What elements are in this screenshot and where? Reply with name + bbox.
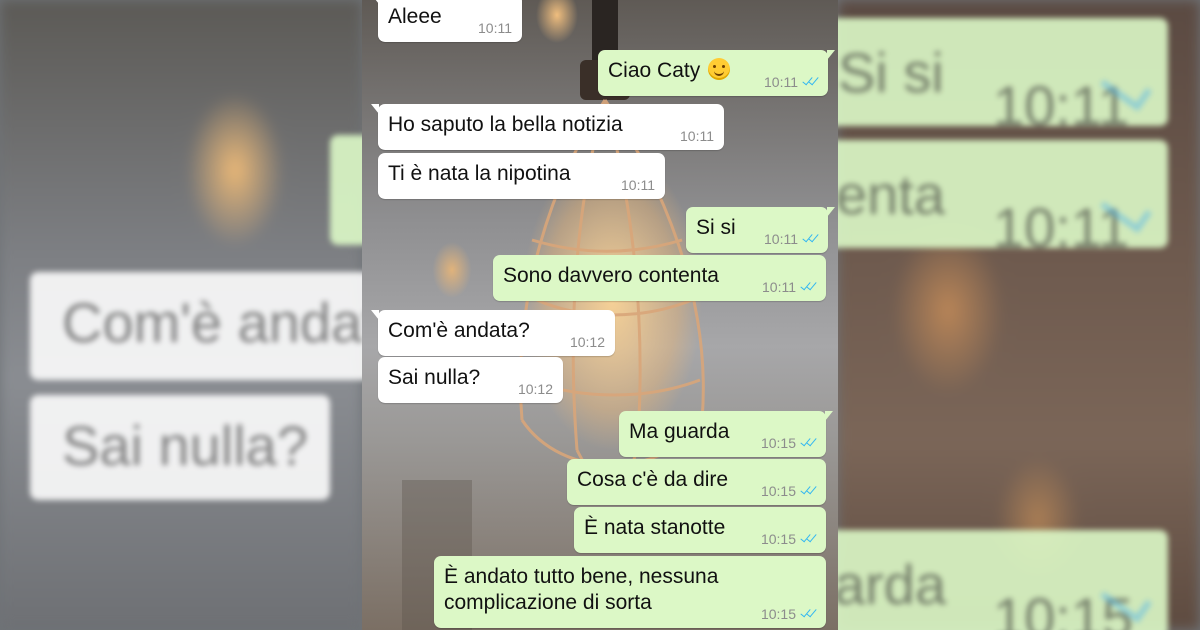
- smiling-face-emoji: [708, 58, 731, 80]
- blurred-background-right: Si si 10:11 enta 10:11 arda 10:15: [838, 0, 1200, 630]
- message-timestamp: 10:11: [621, 177, 655, 193]
- message-bubble-outgoing[interactable]: È nata stanotte 10:15: [574, 507, 826, 553]
- blurred-bubble-text: arda: [838, 553, 947, 616]
- blurred-bubble: Sai nulla?: [30, 395, 330, 500]
- blurred-bubble: Com'è andata: [30, 272, 362, 380]
- blurred-bubble-text: Sai nulla?: [62, 414, 308, 477]
- message-timestamp: 10:11: [764, 74, 820, 90]
- message-bubble-outgoing[interactable]: Sono davvero contenta 10:11: [493, 255, 826, 301]
- message-bubble-outgoing[interactable]: Cosa c'è da dire 10:15: [567, 459, 826, 505]
- double-check-icon: [800, 486, 818, 496]
- blurred-bubble-text: Si si: [838, 41, 944, 104]
- message-text: È andato tutto bene, nessuna complicazio…: [444, 565, 719, 614]
- message-timestamp: 10:11: [680, 128, 714, 144]
- message-timestamp: 10:11: [764, 231, 820, 247]
- chat-screenshot: Aleee 10:11 Ciao Caty 10:11 Ho saputo la…: [362, 0, 838, 630]
- message-text: Ho saputo la bella notizia: [388, 113, 623, 136]
- message-bubble-outgoing[interactable]: Si si 10:11: [686, 207, 835, 253]
- message-bubble-incoming[interactable]: Aleee 10:11: [371, 0, 522, 42]
- message-text: Cosa c'è da dire: [577, 468, 729, 491]
- message-bubble-outgoing[interactable]: Ma guarda 10:15: [619, 411, 833, 457]
- double-check-icon: [800, 609, 818, 619]
- message-timestamp: 10:15: [761, 483, 818, 499]
- message-timestamp: 10:15: [761, 435, 818, 451]
- message-timestamp: 10:11: [762, 279, 818, 295]
- message-text: È nata stanotte: [584, 516, 726, 539]
- message-bubble-incoming[interactable]: Com'è andata? 10:12: [371, 310, 615, 356]
- message-bubble-incoming[interactable]: Ho saputo la bella notizia 10:11: [371, 104, 724, 150]
- blurred-bubble: arda 10:15: [838, 530, 1168, 630]
- message-timestamp: 10:12: [517, 381, 553, 397]
- message-bubble-incoming[interactable]: Ti è nata la nipotina 10:11: [378, 153, 665, 199]
- message-bubble-outgoing[interactable]: Ciao Caty 10:11: [598, 50, 835, 96]
- message-timestamp: 10:15: [761, 606, 818, 622]
- blurred-bubble-text: enta: [838, 163, 945, 226]
- blurred-bubble: Si si 10:11: [838, 18, 1168, 137]
- message-bubble-incoming[interactable]: Sai nulla? 10:12: [378, 357, 563, 403]
- blurred-background-left: Com'è andata Sai nulla?: [0, 0, 362, 630]
- message-timestamp: 10:11: [478, 20, 512, 36]
- message-timestamp: 10:15: [761, 531, 818, 547]
- message-text: Ciao Caty: [608, 58, 731, 84]
- message-text: Ti è nata la nipotina: [388, 162, 571, 185]
- double-check-icon: [802, 234, 820, 244]
- double-check-icon: [800, 534, 818, 544]
- message-text: Aleee: [388, 5, 442, 28]
- message-text: Sono davvero contenta: [503, 264, 719, 287]
- blurred-bubble-text: Com'è andata: [62, 291, 362, 354]
- message-timestamp: 10:12: [569, 334, 605, 350]
- double-check-icon: [800, 282, 818, 292]
- message-text: Si si: [696, 216, 736, 239]
- message-bubble-outgoing[interactable]: È andato tutto bene, nessuna complicazio…: [434, 556, 826, 628]
- blurred-bubble: [330, 135, 362, 245]
- double-check-icon: [802, 77, 820, 87]
- message-text: Com'è andata?: [388, 319, 530, 342]
- double-check-icon: [800, 438, 818, 448]
- blurred-bubble: enta 10:11: [838, 140, 1168, 259]
- message-text: Ma guarda: [629, 420, 730, 443]
- message-text: Sai nulla?: [388, 366, 481, 389]
